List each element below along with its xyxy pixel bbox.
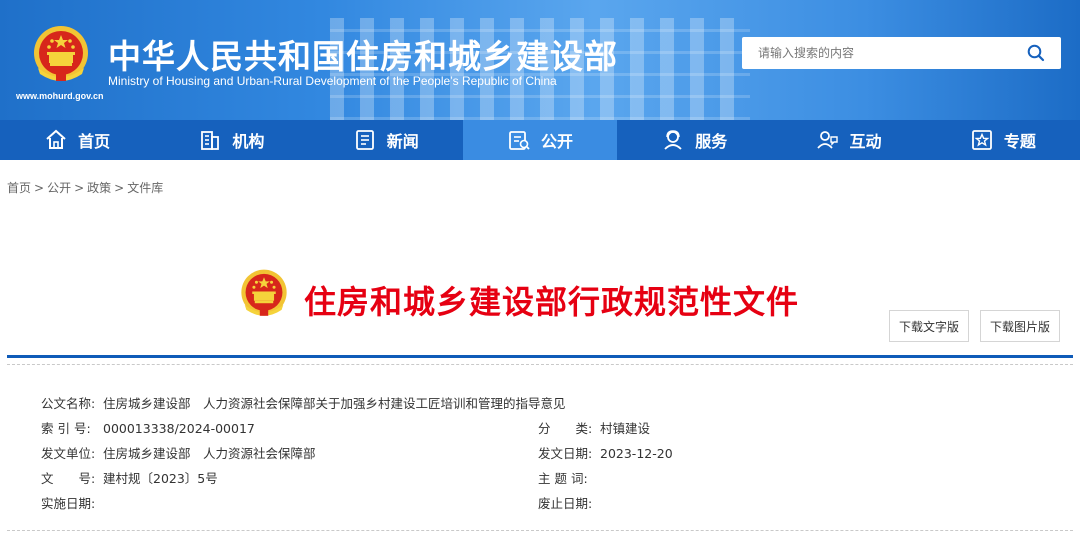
meta-value: 住房城乡建设部 人力资源社会保障部	[103, 446, 316, 461]
bottom-dashed-divider	[7, 530, 1073, 531]
breadcrumb-file-library[interactable]: 文件库	[127, 181, 163, 195]
search-box	[742, 37, 1061, 69]
nav-item-interaction[interactable]: 互动	[771, 120, 925, 160]
meta-label: 分 类:	[538, 421, 593, 436]
meta-value: 村镇建设	[600, 421, 651, 436]
nav-label-home: 首页	[78, 132, 111, 151]
nav-label-interaction: 互动	[849, 132, 882, 151]
meta-document-number: 文 号: 建村规〔2023〕5号	[41, 468, 218, 487]
building-icon	[201, 131, 220, 150]
national-emblem-icon[interactable]	[30, 24, 92, 86]
meta-issue-date: 发文日期: 2023-12-20	[538, 443, 673, 462]
nav-label-organization: 机构	[232, 132, 265, 151]
national-emblem-icon	[241, 269, 287, 316]
breadcrumb-policy[interactable]: 政策	[87, 181, 111, 195]
meta-category: 分 类: 村镇建设	[538, 418, 650, 437]
nav-label-disclosure: 公开	[540, 132, 573, 151]
site-header: www.mohurd.gov.cn 中华人民共和国住房和城乡建设部 Minist…	[0, 0, 1080, 120]
title-divider	[7, 355, 1073, 358]
nav-item-organization[interactable]: 机构	[154, 120, 308, 160]
nav-label-topics: 专题	[1003, 132, 1036, 151]
service-icon	[664, 130, 682, 150]
meta-value: 建村规〔2023〕5号	[103, 471, 218, 486]
topic-star-icon	[971, 130, 992, 150]
meta-document-name: 公文名称: 住房城乡建设部 人力资源社会保障部关于加强乡村建设工匠培训和管理的指导…	[41, 393, 566, 412]
home-icon	[46, 129, 66, 149]
breadcrumb-home[interactable]: 首页	[7, 181, 31, 195]
download-image-button[interactable]: 下载图片版	[980, 310, 1060, 342]
meta-effective-date: 实施日期:	[41, 493, 103, 512]
meta-label: 废止日期:	[538, 496, 593, 511]
dashed-divider	[7, 364, 1073, 365]
meta-issuer: 发文单位: 住房城乡建设部 人力资源社会保障部	[41, 443, 316, 462]
meta-value: 2023-12-20	[600, 446, 673, 461]
site-title[interactable]: 中华人民共和国住房和城乡建设部	[108, 30, 618, 78]
site-subtitle: Ministry of Housing and Urban-Rural Deve…	[108, 74, 557, 88]
meta-value: 000013338/2024-00017	[103, 421, 255, 436]
nav-item-topics[interactable]: 专题	[926, 120, 1080, 160]
meta-index-number: 索 引 号: 000013338/2024-00017	[41, 418, 255, 437]
search-input[interactable]	[756, 45, 1010, 61]
nav-item-home[interactable]: 首页	[0, 120, 154, 160]
meta-keywords: 主 题 词:	[538, 468, 600, 487]
breadcrumb-separator: >	[34, 181, 45, 195]
meta-label: 发文日期:	[538, 446, 593, 461]
download-text-button[interactable]: 下载文字版	[889, 310, 969, 342]
interaction-icon	[816, 131, 838, 149]
news-icon	[355, 130, 374, 150]
meta-label: 实施日期:	[41, 496, 96, 511]
meta-label: 公文名称:	[41, 396, 96, 411]
nav-label-service: 服务	[695, 132, 728, 151]
breadcrumb-disclosure[interactable]: 公开	[47, 181, 71, 195]
breadcrumb-separator: >	[114, 181, 125, 195]
search-icon[interactable]	[1027, 44, 1045, 62]
nav-item-news[interactable]: 新闻	[309, 120, 463, 160]
site-url: www.mohurd.gov.cn	[16, 91, 104, 101]
document-title: 住房和城乡建设部行政规范性文件	[304, 283, 800, 321]
meta-label: 主 题 词:	[538, 471, 588, 486]
nav-label-news: 新闻	[386, 132, 419, 151]
main-nav: 首页 机构 新闻 公开 服务 互动 专题	[0, 120, 1080, 160]
meta-label: 发文单位:	[41, 446, 96, 461]
meta-label: 索 引 号:	[41, 421, 91, 436]
disclosure-icon	[509, 131, 530, 150]
meta-value: 住房城乡建设部 人力资源社会保障部关于加强乡村建设工匠培训和管理的指导意见	[103, 396, 566, 411]
meta-label: 文 号:	[41, 471, 96, 486]
breadcrumb-separator: >	[74, 181, 85, 195]
breadcrumb: 首页 > 公开 > 政策 > 文件库	[7, 179, 163, 196]
meta-expiry-date: 废止日期:	[538, 493, 600, 512]
nav-item-service[interactable]: 服务	[617, 120, 771, 160]
nav-item-disclosure[interactable]: 公开	[462, 120, 618, 160]
